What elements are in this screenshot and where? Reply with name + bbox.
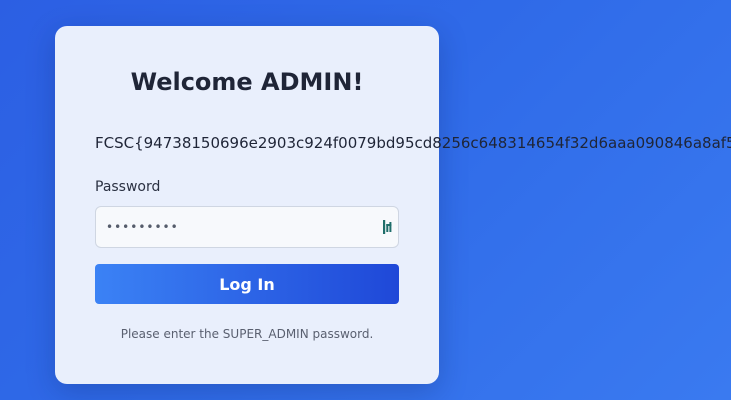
login-button[interactable]: Log In (95, 264, 399, 304)
password-manager-icon[interactable] (382, 220, 394, 234)
password-label: Password (95, 179, 161, 195)
login-card: Welcome ADMIN! FCSC{94738150696e2903c924… (55, 26, 731, 384)
flag-text: FCSC{94738150696e2903c924f0079bd95cd8256… (95, 134, 731, 152)
password-input[interactable] (106, 207, 376, 247)
hint-text: Please enter the SUPER_ADMIN password. (120, 327, 374, 341)
page-title: Welcome ADMIN! (130, 68, 364, 96)
password-field[interactable] (95, 206, 399, 248)
